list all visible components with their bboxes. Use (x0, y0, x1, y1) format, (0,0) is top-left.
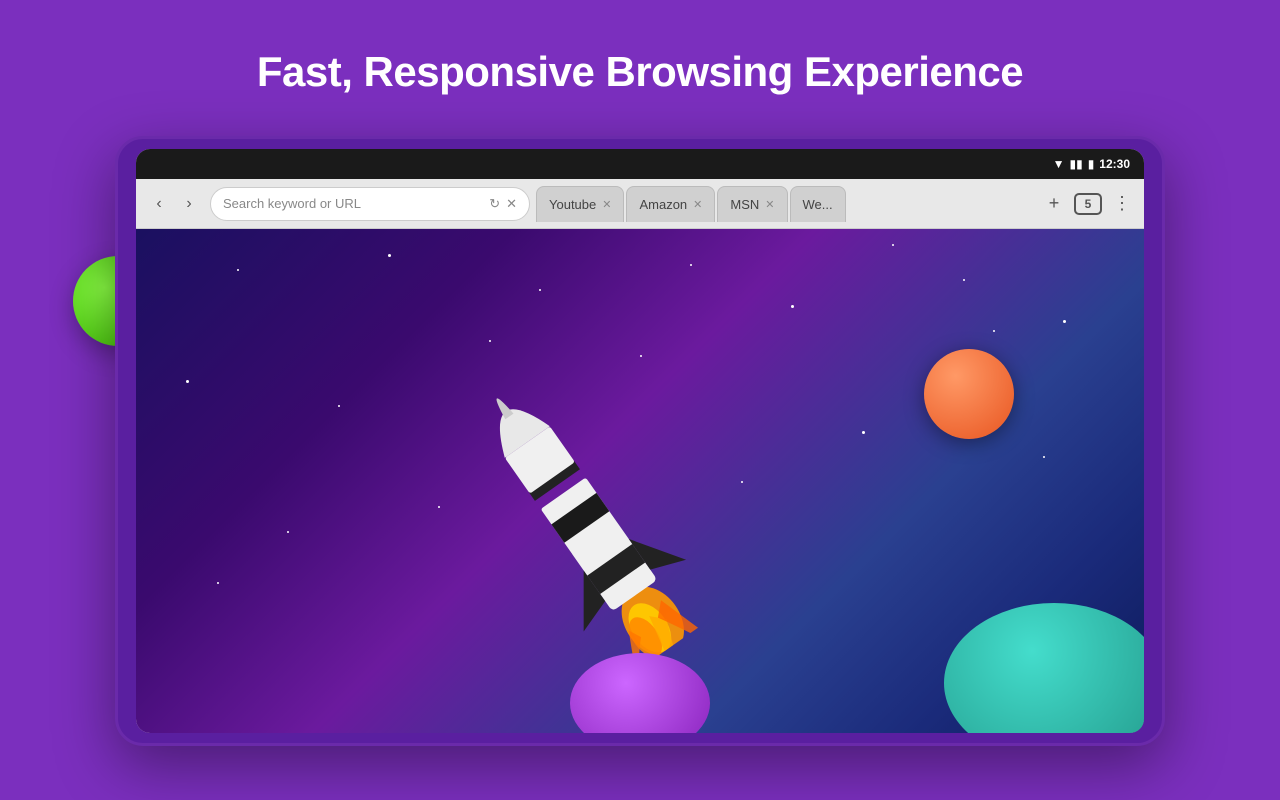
back-button[interactable]: ‹ (144, 189, 174, 219)
browser-chrome: ‹ › Search keyword or URL ↻ ✕ Youtube ✕ (136, 179, 1144, 229)
star (690, 264, 692, 266)
signal-icon: ▮▮ (1069, 157, 1082, 171)
address-text: Search keyword or URL (223, 196, 483, 211)
tab-youtube-close[interactable]: ✕ (602, 198, 611, 211)
star (741, 481, 743, 483)
star (217, 582, 219, 584)
wifi-icon: ▼ (1053, 157, 1065, 171)
star (862, 431, 865, 434)
status-bar: ▼ ▮▮ ▮ 12:30 (136, 149, 1144, 179)
battery-icon: ▮ (1088, 157, 1095, 171)
reload-icon[interactable]: ↻ (489, 196, 500, 212)
tab-msn[interactable]: MSN ✕ (717, 186, 787, 222)
tab-we[interactable]: We... (790, 186, 846, 222)
tab-actions: + 5 ⋮ (1040, 190, 1136, 218)
forward-button[interactable]: › (174, 189, 204, 219)
star (287, 531, 289, 533)
tab-we-label: We... (803, 197, 833, 212)
status-time: 12:30 (1099, 157, 1130, 171)
star (963, 279, 965, 281)
tab-amazon[interactable]: Amazon ✕ (626, 186, 715, 222)
page-headline: Fast, Responsive Browsing Experience (257, 48, 1023, 96)
device-wrapper: ▼ ▮▮ ▮ 12:30 ‹ › Search keyword or URL ↻… (115, 136, 1165, 756)
star (237, 269, 239, 271)
orange-planet (924, 349, 1014, 439)
star (993, 330, 995, 332)
status-icons: ▼ ▮▮ ▮ 12:30 (1053, 157, 1130, 171)
star (1043, 456, 1045, 458)
tab-youtube[interactable]: Youtube ✕ (536, 186, 624, 222)
tab-count-badge[interactable]: 5 (1074, 193, 1102, 215)
address-bar[interactable]: Search keyword or URL ↻ ✕ (210, 187, 530, 221)
new-tab-button[interactable]: + (1040, 190, 1068, 218)
browser-menu-button[interactable]: ⋮ (1108, 190, 1136, 218)
tab-youtube-label: Youtube (549, 197, 596, 212)
star (791, 305, 794, 308)
tab-msn-label: MSN (730, 197, 759, 212)
tabs-area: Youtube ✕ Amazon ✕ MSN ✕ We... (536, 186, 1036, 222)
star (892, 244, 894, 246)
browser-container: ▼ ▮▮ ▮ 12:30 ‹ › Search keyword or URL ↻… (136, 149, 1144, 733)
star (1063, 320, 1066, 323)
star (186, 380, 189, 383)
star (640, 355, 642, 357)
tab-amazon-label: Amazon (639, 197, 687, 212)
star (388, 254, 391, 257)
tablet-frame: ▼ ▮▮ ▮ 12:30 ‹ › Search keyword or URL ↻… (115, 136, 1165, 746)
tab-amazon-close[interactable]: ✕ (693, 198, 702, 211)
address-close-icon[interactable]: ✕ (506, 196, 517, 212)
webpage-content (136, 229, 1144, 733)
tab-msn-close[interactable]: ✕ (765, 198, 774, 211)
